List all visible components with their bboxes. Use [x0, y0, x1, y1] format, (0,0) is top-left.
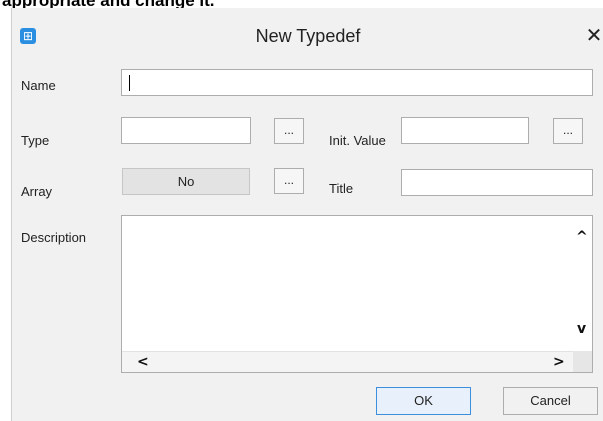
text-caret	[129, 75, 130, 91]
array-label: Array	[21, 184, 53, 199]
type-browse-button[interactable]: ...	[274, 118, 304, 144]
array-browse-button[interactable]: ...	[274, 168, 304, 194]
scrollbar-corner	[573, 351, 592, 372]
page-header-text: appropriate and change it.	[2, 0, 215, 8]
type-field[interactable]	[121, 117, 251, 144]
close-icon[interactable]: ✕	[584, 24, 603, 46]
cancel-button[interactable]: Cancel	[503, 387, 598, 415]
new-typedef-dialog: ⊞ New Typedef ✕ Name Type ... Init. Valu…	[11, 8, 603, 421]
horizontal-scrollbar[interactable]: < >	[122, 351, 573, 372]
background-page-text: appropriate and change it.	[0, 0, 603, 8]
name-field[interactable]	[121, 69, 593, 96]
scroll-right-arrow-icon[interactable]: >	[553, 355, 565, 369]
title-field[interactable]	[401, 169, 593, 196]
vertical-scrollbar[interactable]: ^ v	[573, 216, 592, 344]
scroll-up-arrow-icon[interactable]: ^	[576, 230, 588, 244]
title-label: Title	[329, 181, 354, 196]
scroll-down-arrow-icon[interactable]: v	[577, 322, 586, 336]
init-value-label: Init. Value	[329, 133, 386, 148]
dialog-title: New Typedef	[255, 26, 361, 46]
type-label: Type	[21, 133, 50, 148]
scroll-left-arrow-icon[interactable]: <	[137, 355, 149, 369]
description-textarea[interactable]: ^ v < >	[121, 215, 593, 373]
ok-button[interactable]: OK	[376, 387, 471, 415]
init-value-browse-button[interactable]: ...	[553, 118, 583, 144]
array-value-button[interactable]: No	[122, 168, 250, 195]
dialog-titlebar: ⊞ New Typedef ✕	[12, 8, 603, 56]
description-label: Description	[21, 230, 87, 245]
name-label: Name	[21, 78, 56, 93]
init-value-field[interactable]	[401, 117, 529, 144]
